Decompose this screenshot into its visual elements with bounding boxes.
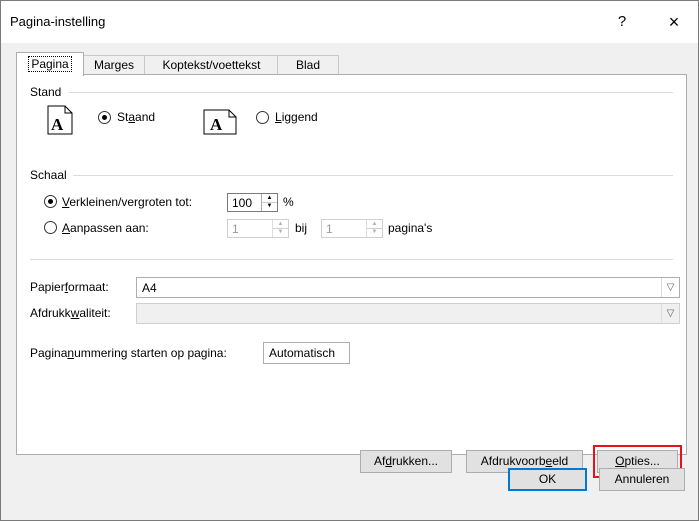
- portrait-label[interactable]: Staand: [117, 110, 155, 124]
- schaal-group-label: Schaal: [30, 168, 67, 182]
- spin-down-icon[interactable]: ▼: [273, 228, 288, 236]
- landscape-radio[interactable]: [256, 111, 269, 124]
- spin-down-icon[interactable]: ▼: [262, 202, 277, 210]
- paper-size-value: A4: [142, 281, 157, 295]
- ok-button[interactable]: OK: [508, 468, 587, 491]
- stand-group-label: Stand: [30, 85, 62, 99]
- window-title: Pagina-instelling: [10, 14, 106, 29]
- spin-down-icon[interactable]: ▼: [367, 228, 382, 236]
- print-button[interactable]: Afdrukken...: [360, 450, 452, 473]
- first-page-number-value: Automatisch: [269, 346, 336, 360]
- print-quality-label: Afdrukkwaliteit:: [30, 306, 111, 320]
- fit-pages-wide-spinner[interactable]: 1 ▲ ▼: [227, 219, 289, 238]
- first-page-number-label: Paginanummering starten op pagina:: [30, 346, 227, 360]
- page-setup-dialog: Pagina-instelling ? × Pagina Marges Kopt…: [0, 0, 699, 521]
- svg-text:A: A: [51, 115, 64, 134]
- paper-size-label: Papierformaat:: [30, 280, 109, 294]
- fit-to-radio[interactable]: [44, 221, 57, 234]
- help-button[interactable]: ?: [605, 9, 639, 35]
- landscape-label[interactable]: Liggend: [275, 110, 318, 124]
- fit-pages-tall-value: 1: [326, 222, 333, 236]
- tab-panel-pagina: Stand A Staand A Liggend Schaal Verklein…: [16, 74, 687, 478]
- portrait-page-icon: A: [47, 105, 73, 135]
- section-divider: [30, 259, 673, 260]
- percent-unit: %: [283, 195, 294, 209]
- spinner-arrows: ▲ ▼: [261, 194, 277, 211]
- adjust-to-label[interactable]: Verkleinen/vergroten tot:: [62, 195, 192, 209]
- first-page-number-input[interactable]: Automatisch: [263, 342, 350, 364]
- cancel-button[interactable]: Annuleren: [599, 468, 685, 491]
- chevron-down-icon[interactable]: ▽: [661, 278, 679, 297]
- close-button[interactable]: ×: [657, 9, 691, 35]
- tab-koptekst-voettekst[interactable]: Koptekst/voettekst: [144, 55, 279, 75]
- landscape-page-icon: A: [203, 109, 237, 135]
- tab-blad[interactable]: Blad: [277, 55, 339, 75]
- paper-size-select[interactable]: A4 ▽: [136, 277, 680, 298]
- scale-percent-value: 100: [232, 196, 253, 210]
- schaal-divider: [73, 175, 673, 176]
- portrait-radio[interactable]: [98, 111, 111, 124]
- title-bar: Pagina-instelling ? ×: [1, 1, 698, 43]
- spinner-arrows: ▲ ▼: [366, 220, 382, 237]
- adjust-to-radio[interactable]: [44, 195, 57, 208]
- print-quality-select[interactable]: ▽: [136, 303, 680, 324]
- tab-marges[interactable]: Marges: [82, 55, 146, 75]
- fit-pages-wide-value: 1: [232, 222, 239, 236]
- tab-pagina[interactable]: Pagina: [16, 52, 84, 76]
- chevron-down-icon[interactable]: ▽: [661, 304, 679, 323]
- fit-pages-unit: pagina's: [388, 221, 433, 235]
- svg-text:A: A: [210, 115, 223, 134]
- fit-to-label[interactable]: Aanpassen aan:: [62, 221, 149, 235]
- scale-percent-spinner[interactable]: 100 ▲ ▼: [227, 193, 278, 212]
- fit-by-label: bij: [295, 221, 308, 235]
- spinner-arrows: ▲ ▼: [272, 220, 288, 237]
- stand-divider: [69, 92, 673, 93]
- fit-pages-tall-spinner[interactable]: 1 ▲ ▼: [321, 219, 383, 238]
- tab-pagina-label: Pagina: [28, 56, 72, 72]
